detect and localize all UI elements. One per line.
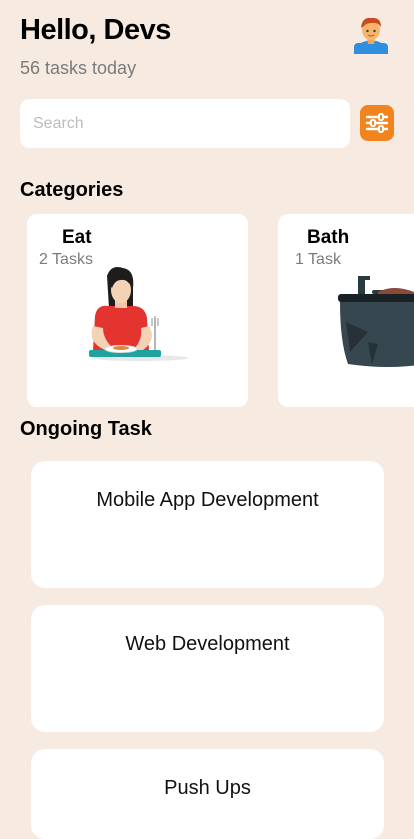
task-card[interactable]: Web Development [31,605,384,732]
task-card[interactable]: Mobile App Development [31,461,384,588]
category-task-count: 1 Task [295,251,341,268]
filter-button[interactable] [360,105,394,141]
user-avatar-icon[interactable] [352,14,390,54]
search-field[interactable] [20,99,350,148]
categories-heading: Categories [20,179,124,201]
task-title: Push Ups [164,777,251,799]
task-title: Web Development [125,633,290,655]
category-name: Bath [307,227,350,248]
category-card-bath[interactable]: Bath 1 Task [278,214,414,407]
task-title: Mobile App Development [96,489,319,511]
category-name: Eat [62,227,92,248]
sliders-icon [365,113,389,133]
task-count-subtitle: 56 tasks today [20,58,137,78]
search-input[interactable] [31,113,339,134]
woman-eating-illustration [89,267,188,361]
ongoing-task-heading: Ongoing Task [20,418,152,440]
category-card-eat[interactable]: Eat 2 Tasks [27,214,248,407]
page-title: Hello, Devs [20,14,171,46]
bathtub-illustration [338,276,414,367]
task-card[interactable]: Push Ups [31,749,384,839]
